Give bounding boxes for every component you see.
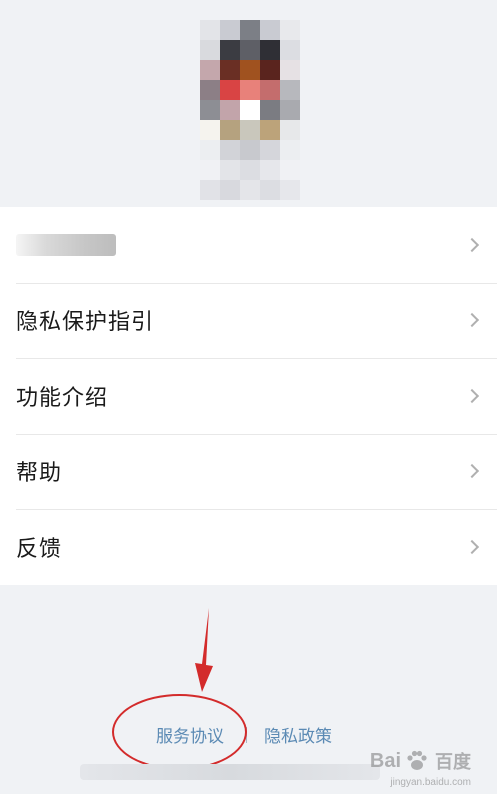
blurred-account-name xyxy=(16,233,116,256)
menu-item-help[interactable]: 帮助 xyxy=(0,433,497,510)
settings-menu: 隐私保护指引 功能介绍 帮助 反馈 xyxy=(0,207,497,585)
chevron-right-icon xyxy=(464,539,480,554)
watermark-brand: Bai xyxy=(369,749,401,772)
profile-header xyxy=(0,0,497,207)
menu-item-label: 帮助 xyxy=(16,461,63,487)
privacy-policy-link[interactable]: 隐私政策 xyxy=(264,722,332,747)
about-page: 隐私保护指引 功能介绍 帮助 反馈 服务协议 隐私政策 Bai 百度 jingy… xyxy=(0,0,497,794)
menu-item-account[interactable] xyxy=(0,207,497,283)
watermark: Bai 百度 jingyan.baidu.com xyxy=(369,748,471,789)
avatar xyxy=(200,20,300,200)
annotation-arrow-icon xyxy=(195,608,213,692)
menu-item-feedback[interactable]: 反馈 xyxy=(0,509,497,585)
menu-item-features[interactable]: 功能介绍 xyxy=(0,358,497,434)
annotation-circle xyxy=(112,694,247,770)
menu-item-label: 隐私保护指引 xyxy=(16,310,155,336)
menu-item-label: 反馈 xyxy=(16,536,63,562)
menu-item-privacy-guide[interactable]: 隐私保护指引 xyxy=(0,282,497,359)
chevron-right-icon xyxy=(464,464,480,479)
chevron-right-icon xyxy=(464,388,480,403)
watermark-brand-zh: 百度 xyxy=(435,752,471,772)
chevron-right-icon xyxy=(464,237,480,252)
watermark-url: jingyan.baidu.com xyxy=(390,777,471,788)
paw-icon xyxy=(407,750,427,770)
blurred-footer-text xyxy=(80,764,380,780)
chevron-right-icon xyxy=(464,313,480,328)
menu-item-label: 功能介绍 xyxy=(16,385,109,411)
